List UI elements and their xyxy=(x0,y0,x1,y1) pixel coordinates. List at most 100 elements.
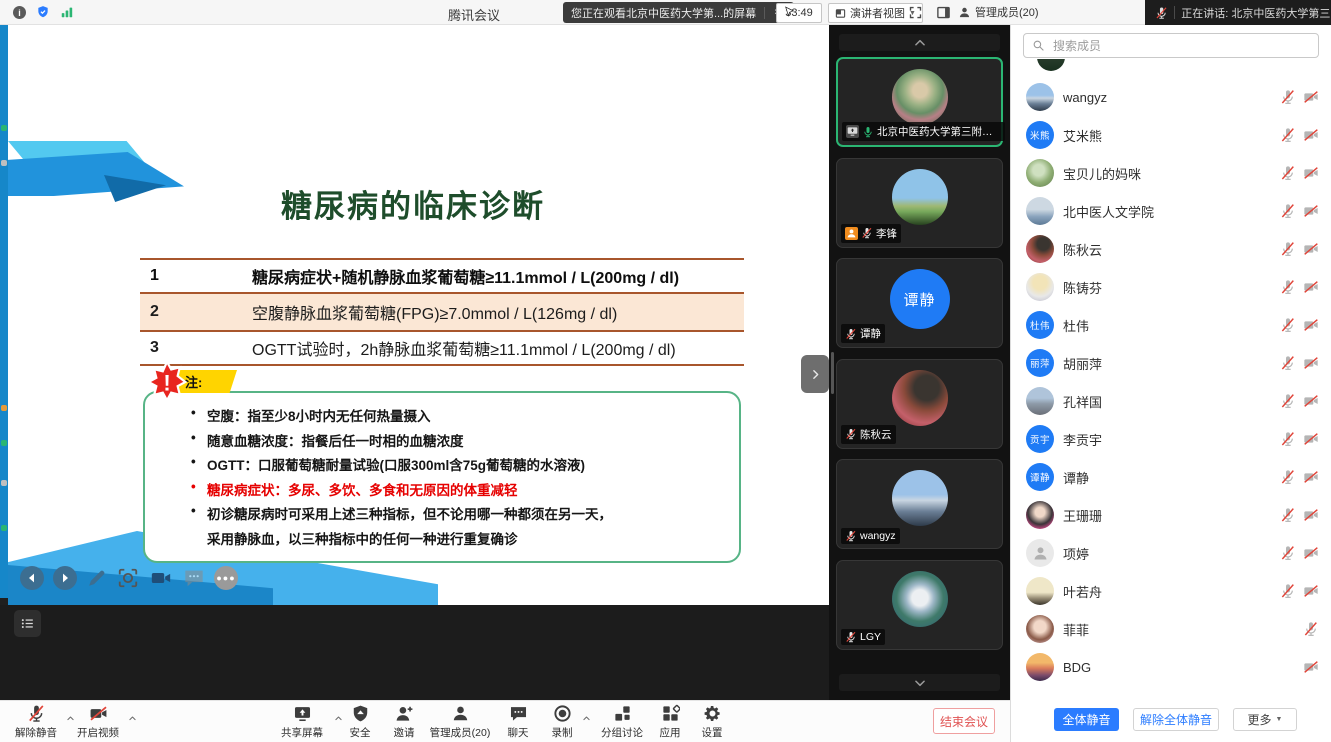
toolbar-label: 管理成员(20) xyxy=(430,725,491,740)
video-tile[interactable]: 谭静谭静 xyxy=(836,258,1003,348)
member-row[interactable]: 杜伟杜伟 xyxy=(1011,306,1331,344)
member-row[interactable]: 米熊艾米熊 xyxy=(1011,116,1331,154)
camera-off-icon[interactable] xyxy=(1303,431,1319,447)
camera-off-icon[interactable] xyxy=(1303,545,1319,561)
toolbar-item-blocks[interactable]: 分组讨论 xyxy=(594,704,650,740)
end-meeting-button[interactable]: 结束会议 xyxy=(933,708,995,734)
member-row[interactable]: 北中医人文学院 xyxy=(1011,192,1331,230)
mic-muted-icon[interactable] xyxy=(1280,279,1296,295)
video-tile[interactable]: 北京中医药大学第三附属医院... xyxy=(836,57,1003,147)
mic-muted-icon[interactable] xyxy=(1280,583,1296,599)
chevron-up-icon[interactable] xyxy=(582,714,591,723)
member-row[interactable]: 陈铸芬 xyxy=(1011,268,1331,306)
pencil-annotate-icon[interactable] xyxy=(86,567,108,589)
filmstrip-scroll-up-button[interactable] xyxy=(839,34,1000,51)
bullet: • xyxy=(191,430,196,445)
camera-off-icon[interactable] xyxy=(1303,279,1319,295)
camera-tool-icon[interactable] xyxy=(148,567,174,589)
filmstrip-scroll-down-button[interactable] xyxy=(839,674,1000,691)
member-row[interactable]: 陈秋云 xyxy=(1011,230,1331,268)
toolbar-item-shield[interactable]: 安全 xyxy=(342,704,378,740)
tile-name-label: 北京中医药大学第三附属医院... xyxy=(842,122,1005,141)
mic-muted-icon[interactable] xyxy=(1280,165,1296,181)
member-name: 叶若舟 xyxy=(1063,572,1102,610)
now-speaking-text: 正在讲话: 北京中医药大学第三... xyxy=(1181,5,1331,21)
slide-list-button[interactable] xyxy=(14,610,41,637)
member-row[interactable]: 菲菲 xyxy=(1011,610,1331,648)
toolbar-item-invite[interactable]: 邀请 xyxy=(386,704,422,740)
camera-off-icon[interactable] xyxy=(1303,355,1319,371)
video-tile[interactable]: 李锋 xyxy=(836,158,1003,248)
member-search-box[interactable] xyxy=(1023,33,1319,58)
camera-off-icon[interactable] xyxy=(1303,507,1319,523)
next-slide-button[interactable] xyxy=(53,566,77,590)
more-tools-button[interactable]: ●●● xyxy=(214,566,238,590)
camera-off-icon[interactable] xyxy=(1303,203,1319,219)
mic-muted-icon[interactable] xyxy=(1280,89,1296,105)
member-row[interactable]: 谭静谭静 xyxy=(1011,458,1331,496)
member-row[interactable]: 孔祥国 xyxy=(1011,382,1331,420)
search-input[interactable] xyxy=(1051,38,1310,54)
video-tile[interactable]: LGY xyxy=(836,560,1003,650)
mute-all-button[interactable]: 全体静音 xyxy=(1054,708,1119,731)
bullet: • xyxy=(191,479,196,494)
camera-off-icon[interactable] xyxy=(1303,659,1319,675)
info-icon[interactable]: i xyxy=(13,6,26,19)
criteria-text: OGTT试验时，2h静脉血浆葡萄糖≥11.1mmol / L(200mg / d… xyxy=(252,336,676,360)
mic-muted-icon[interactable] xyxy=(1280,469,1296,485)
mic-muted-icon[interactable] xyxy=(1280,431,1296,447)
member-row[interactable]: 叶若舟 xyxy=(1011,572,1331,610)
mic-muted-icon[interactable] xyxy=(1280,507,1296,523)
camera-off-icon[interactable] xyxy=(1303,317,1319,333)
member-row[interactable]: 王珊珊 xyxy=(1011,496,1331,534)
video-tile[interactable]: 陈秋云 xyxy=(836,359,1003,449)
toolbar-item-person[interactable]: 管理成员(20) xyxy=(426,704,494,740)
mic-muted-icon[interactable] xyxy=(1280,393,1296,409)
member-row[interactable]: 丽萍胡丽萍 xyxy=(1011,344,1331,382)
mic-muted-icon[interactable] xyxy=(1280,545,1296,561)
more-button[interactable]: 更多▼ xyxy=(1233,708,1297,731)
focus-mode-icon[interactable] xyxy=(117,567,139,589)
mic-muted-icon[interactable] xyxy=(1280,203,1296,219)
member-row[interactable]: wangyz xyxy=(1011,78,1331,116)
toolbar-item-apps[interactable]: 应用 xyxy=(652,704,688,740)
toolbar-label: 安全 xyxy=(350,725,371,740)
prev-slide-button[interactable] xyxy=(20,566,44,590)
camera-off-icon[interactable] xyxy=(1303,89,1319,105)
toolbar-item-cam-off[interactable]: 开启视频 xyxy=(70,704,126,740)
avatar xyxy=(1026,501,1054,529)
toolbar-item-gear[interactable]: 设置 xyxy=(694,704,730,740)
toolbar-item-mic-off[interactable]: 解除静音 xyxy=(8,704,64,740)
mic-muted-icon[interactable] xyxy=(1280,127,1296,143)
camera-off-icon[interactable] xyxy=(1303,393,1319,409)
member-row[interactable]: 项婷 xyxy=(1011,534,1331,572)
camera-off-icon[interactable] xyxy=(1303,165,1319,181)
side-panel-icon[interactable] xyxy=(936,5,951,20)
unmute-all-button[interactable]: 解除全体静音 xyxy=(1133,708,1219,731)
comment-tool-icon[interactable] xyxy=(183,567,205,589)
mic-muted-icon[interactable] xyxy=(1303,621,1319,637)
shield-protect-icon[interactable] xyxy=(36,5,50,19)
member-row[interactable]: 宝贝儿的妈咪 xyxy=(1011,154,1331,192)
toolbar-item-share[interactable]: 共享屏幕 xyxy=(272,704,332,740)
filmstrip-collapse-handle[interactable] xyxy=(801,355,829,393)
mic-muted-icon[interactable] xyxy=(1280,241,1296,257)
network-signal-icon[interactable] xyxy=(60,5,74,19)
member-row[interactable]: BDG xyxy=(1011,648,1331,686)
chevron-up-icon[interactable] xyxy=(128,714,137,723)
manage-members-top-button[interactable]: 管理成员(20) xyxy=(958,4,1039,20)
toolbar-item-record[interactable]: 录制 xyxy=(544,704,580,740)
camera-off-icon[interactable] xyxy=(1303,127,1319,143)
fullscreen-corners-icon[interactable] xyxy=(908,5,923,20)
mic-muted-icon[interactable] xyxy=(1280,355,1296,371)
video-tile[interactable]: wangyz xyxy=(836,459,1003,549)
camera-off-icon[interactable] xyxy=(1303,469,1319,485)
mic-muted-icon[interactable] xyxy=(1280,317,1296,333)
toolbar-item-chat[interactable]: 聊天 xyxy=(500,704,536,740)
bullet: • xyxy=(191,503,196,518)
filmstrip-scrollbar[interactable] xyxy=(831,352,834,394)
member-row[interactable]: 贡宇李贡宇 xyxy=(1011,420,1331,458)
criteria-text: 糖尿病症状+随机静脉血浆葡萄糖≥11.1mmol / L(200mg / dl) xyxy=(252,264,679,288)
camera-off-icon[interactable] xyxy=(1303,241,1319,257)
camera-off-icon[interactable] xyxy=(1303,583,1319,599)
